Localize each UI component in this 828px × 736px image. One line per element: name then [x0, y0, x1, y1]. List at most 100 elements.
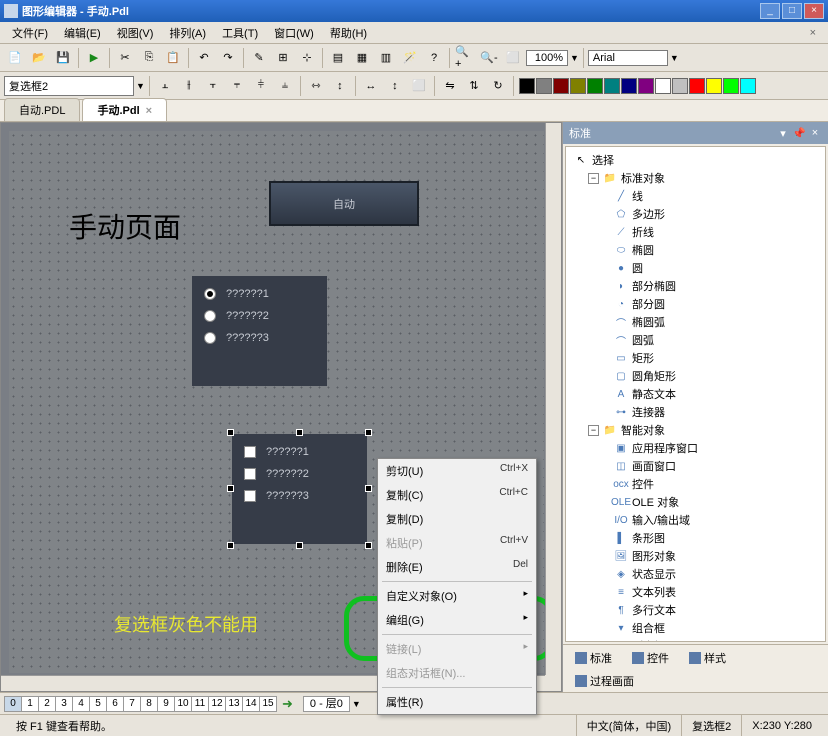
- help-button[interactable]: ?: [423, 47, 445, 69]
- color-swatch[interactable]: [570, 78, 586, 94]
- tab-close-icon[interactable]: ×: [146, 105, 152, 117]
- color-swatch[interactable]: [638, 78, 654, 94]
- align-right-button[interactable]: ⫟: [202, 75, 224, 97]
- menu-file[interactable]: 文件(F): [4, 22, 56, 44]
- panel-close-icon[interactable]: ×: [808, 127, 822, 139]
- layer-cell[interactable]: 11: [191, 696, 209, 712]
- align-top-button[interactable]: ⫧: [226, 75, 248, 97]
- tree-item[interactable]: ⟋折线: [570, 223, 821, 241]
- color-swatch[interactable]: [740, 78, 756, 94]
- mdi-close-icon[interactable]: ×: [802, 24, 824, 42]
- tree-item[interactable]: ⌒椭圆弧: [570, 313, 821, 331]
- color-swatch[interactable]: [519, 78, 535, 94]
- script-button[interactable]: ✎: [248, 47, 270, 69]
- snap-button[interactable]: ⊹: [296, 47, 318, 69]
- context-menu-item[interactable]: 删除(E)Del: [378, 555, 536, 579]
- layer-cell[interactable]: 12: [208, 696, 226, 712]
- layer-cell[interactable]: 8: [140, 696, 158, 712]
- new-button[interactable]: 📄: [4, 47, 26, 69]
- grid-button[interactable]: ⊞: [272, 47, 294, 69]
- context-menu-item[interactable]: 剪切(U)Ctrl+X: [378, 459, 536, 483]
- layer-next-icon[interactable]: ➜: [276, 696, 299, 712]
- panel-pin-icon[interactable]: 📌: [792, 127, 806, 140]
- tree-item[interactable]: ◫画面窗口: [570, 457, 821, 475]
- radio-bullet-icon[interactable]: [204, 288, 216, 300]
- tree-item[interactable]: ⬠多边形: [570, 205, 821, 223]
- layer-cell[interactable]: 10: [174, 696, 192, 712]
- undo-button[interactable]: ↶: [193, 47, 215, 69]
- context-menu-item[interactable]: 编组(G): [378, 608, 536, 632]
- copy-button[interactable]: ⎘: [138, 47, 160, 69]
- layer-button[interactable]: ▥: [375, 47, 397, 69]
- context-menu-item[interactable]: 复制(D): [378, 507, 536, 531]
- menu-arrange[interactable]: 排列(A): [161, 22, 214, 44]
- page-title-text[interactable]: 手动页面: [69, 206, 181, 246]
- layer-cell[interactable]: 6: [106, 696, 124, 712]
- tree-item[interactable]: ¶多行文本: [570, 601, 821, 619]
- minimize-button[interactable]: _: [760, 3, 780, 19]
- flip-h-button[interactable]: ⇋: [439, 75, 461, 97]
- color-swatch[interactable]: [706, 78, 722, 94]
- layer-cell[interactable]: 2: [38, 696, 56, 712]
- color-swatch[interactable]: [723, 78, 739, 94]
- btab-controls[interactable]: 控件: [624, 648, 677, 668]
- same-size-button[interactable]: ⬜: [408, 75, 430, 97]
- align-left-button[interactable]: ⫠: [154, 75, 176, 97]
- layer-cell[interactable]: 9: [157, 696, 175, 712]
- maximize-button[interactable]: □: [782, 3, 802, 19]
- flip-v-button[interactable]: ⇅: [463, 75, 485, 97]
- tab-auto-pdl[interactable]: 自动.PDL: [4, 98, 80, 121]
- tab-manual-pdl[interactable]: 手动.Pdl×: [82, 98, 167, 121]
- distribute-h-button[interactable]: ⇿: [305, 75, 327, 97]
- canvas[interactable]: 手动页面 自动 ??????1 ??????2 ??????3 ??????1 …: [9, 131, 544, 673]
- tree-item[interactable]: ●圆: [570, 259, 821, 277]
- zoom-in-button[interactable]: 🔍+: [454, 47, 476, 69]
- auto-button-object[interactable]: 自动: [269, 181, 419, 226]
- align-center-v-button[interactable]: ⫩: [250, 75, 272, 97]
- zoom-fit-button[interactable]: ⬜: [502, 47, 524, 69]
- menu-help[interactable]: 帮助(H): [322, 22, 375, 44]
- tree-item[interactable]: ⬭椭圆: [570, 241, 821, 259]
- tree-item[interactable]: ▢圆角矩形: [570, 367, 821, 385]
- radio-bullet-icon[interactable]: [204, 332, 216, 344]
- radio-bullet-icon[interactable]: [204, 310, 216, 322]
- layer-cell[interactable]: 7: [123, 696, 141, 712]
- color-swatch[interactable]: [621, 78, 637, 94]
- zoom-out-button[interactable]: 🔍-: [478, 47, 500, 69]
- tree-item[interactable]: ⌒圆弧: [570, 331, 821, 349]
- close-button[interactable]: ×: [804, 3, 824, 19]
- cut-button[interactable]: ✂: [114, 47, 136, 69]
- layer-cell[interactable]: 3: [55, 696, 73, 712]
- color-swatch[interactable]: [604, 78, 620, 94]
- menu-window[interactable]: 窗口(W): [266, 22, 322, 44]
- btab-styles[interactable]: 样式: [681, 648, 734, 668]
- paste-button[interactable]: 📋: [162, 47, 184, 69]
- tree-item[interactable]: ◔部分圆: [570, 295, 821, 313]
- save-button[interactable]: 💾: [52, 47, 74, 69]
- layer-cell[interactable]: 5: [89, 696, 107, 712]
- tree-item[interactable]: ≡文本列表: [570, 583, 821, 601]
- color-swatch[interactable]: [553, 78, 569, 94]
- tree-item[interactable]: OLEOLE 对象: [570, 493, 821, 511]
- panel-menu-icon[interactable]: ▾: [776, 127, 790, 140]
- tree-item[interactable]: ocx控件: [570, 475, 821, 493]
- canvas-scrollbar-vertical[interactable]: [545, 123, 561, 675]
- canvas-area[interactable]: 手动页面 自动 ??????1 ??????2 ??????3 ??????1 …: [0, 122, 562, 692]
- zoom-dropdown-icon[interactable]: ▼: [570, 53, 579, 63]
- tree-item[interactable]: ▭矩形: [570, 349, 821, 367]
- align-bottom-button[interactable]: ⫨: [274, 75, 296, 97]
- layer-cell[interactable]: 0: [4, 696, 22, 712]
- tree-item[interactable]: −📁标准对象: [570, 169, 821, 187]
- redo-button[interactable]: ↷: [217, 47, 239, 69]
- run-button[interactable]: ▶: [83, 47, 105, 69]
- zoom-value[interactable]: 100%: [526, 50, 568, 66]
- context-menu-item[interactable]: 自定义对象(O): [378, 584, 536, 608]
- tree-item[interactable]: ⊶连接器: [570, 403, 821, 421]
- layer-cell[interactable]: 15: [259, 696, 277, 712]
- checkbox-group-object[interactable]: ??????1 ??????2 ??????3: [232, 434, 367, 544]
- same-width-button[interactable]: ↔: [360, 75, 382, 97]
- lib-button[interactable]: ▤: [327, 47, 349, 69]
- tree-item[interactable]: ☰列表框: [570, 637, 821, 642]
- tree-expand-icon[interactable]: −: [588, 173, 599, 184]
- object-dropdown-icon[interactable]: ▼: [136, 81, 145, 91]
